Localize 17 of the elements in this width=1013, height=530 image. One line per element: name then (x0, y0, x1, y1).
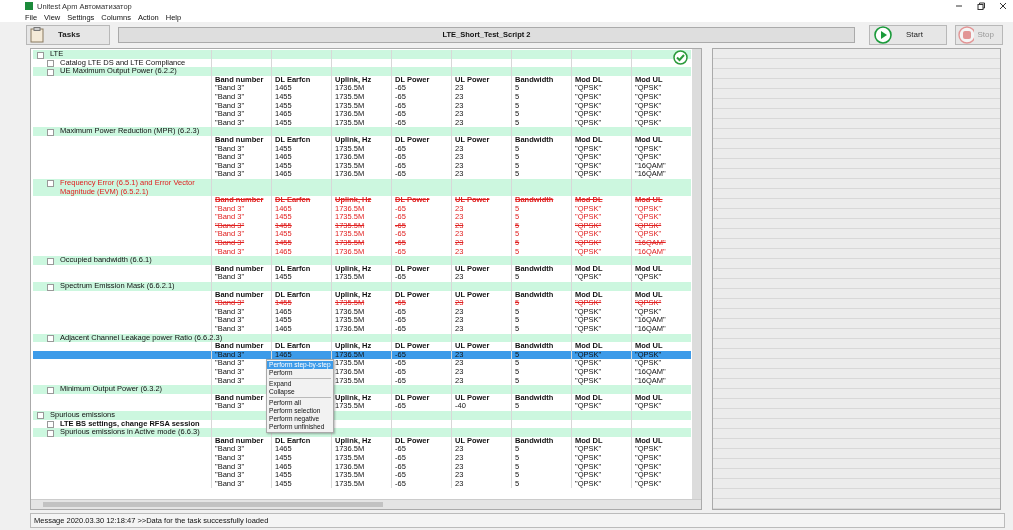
app-icon (25, 2, 33, 10)
collapse-icon[interactable] (47, 180, 54, 188)
collapse-icon[interactable] (47, 128, 54, 136)
minimize-icon[interactable] (955, 2, 963, 10)
close-icon[interactable] (999, 2, 1007, 10)
stop-icon (958, 25, 974, 44)
tasks-button[interactable]: Tasks (26, 24, 110, 45)
clipboard-icon (30, 26, 44, 43)
horizontal-scrollbar[interactable] (31, 499, 701, 509)
collapse-icon[interactable] (47, 257, 54, 265)
collapse-icon[interactable] (47, 386, 54, 394)
vertical-scrollbar[interactable] (692, 49, 701, 499)
collapse-icon[interactable] (47, 335, 54, 343)
restore-icon[interactable] (977, 2, 985, 10)
play-icon (874, 25, 892, 44)
collapse-icon[interactable] (47, 283, 54, 291)
start-button[interactable]: Start (869, 24, 947, 45)
